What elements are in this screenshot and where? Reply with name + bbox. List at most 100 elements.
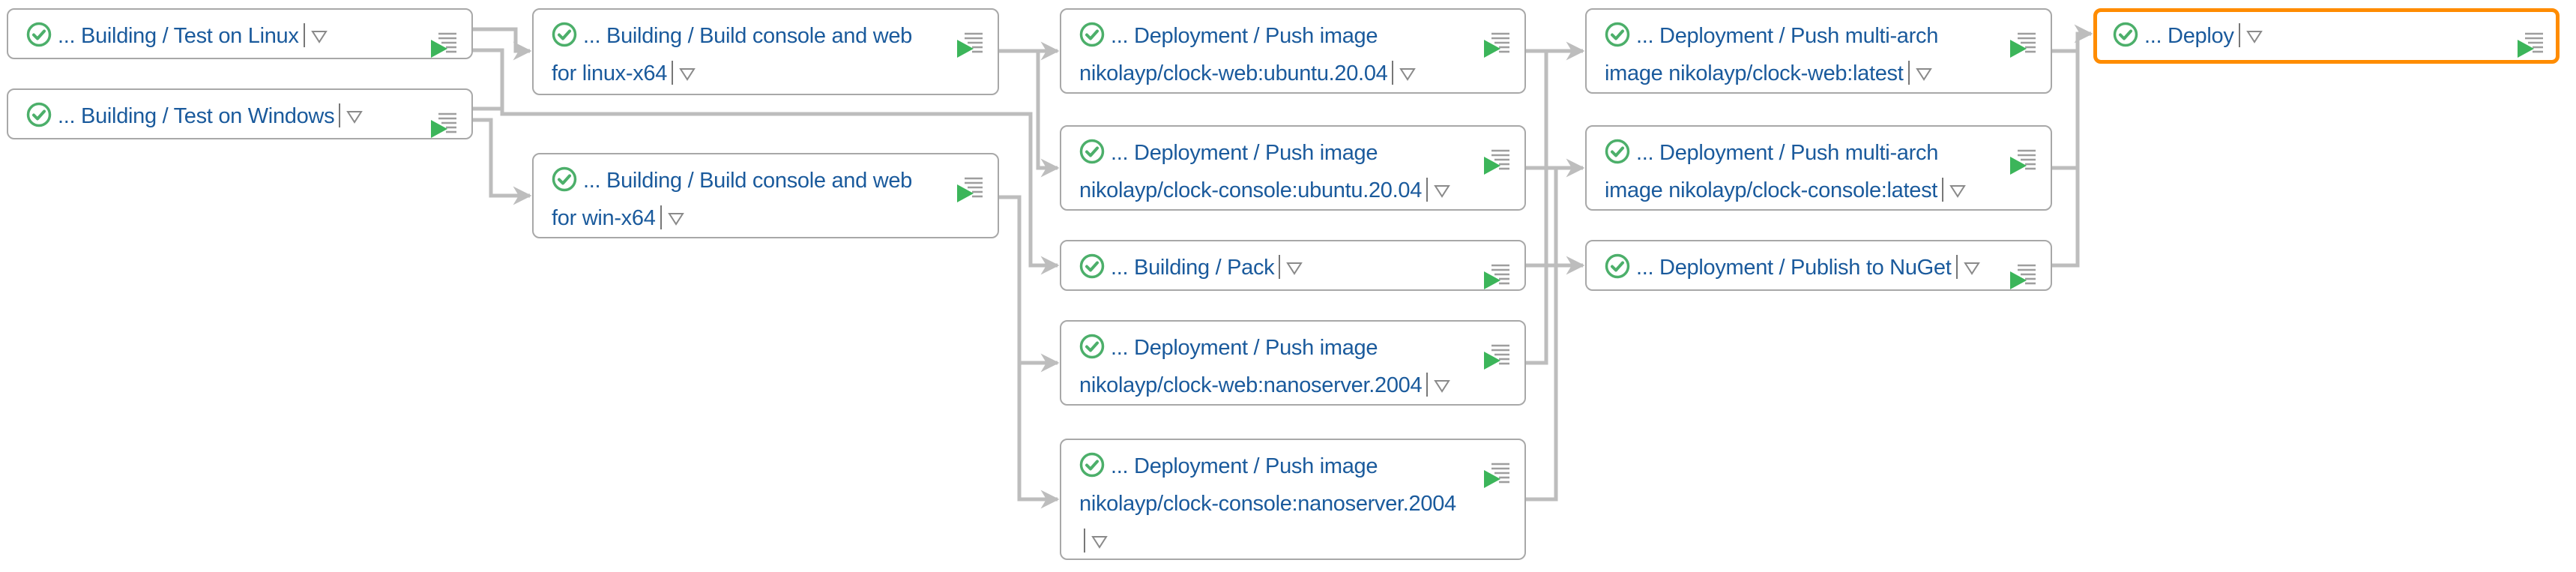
triangle-down-icon[interactable]	[1286, 250, 1303, 288]
node-prefix: ...	[1636, 141, 1654, 165]
build-log-icon[interactable]	[2007, 29, 2037, 59]
node-title: ... Building / Build console and web for…	[552, 17, 936, 94]
build-log-icon[interactable]	[1481, 146, 1511, 176]
separator	[1426, 178, 1429, 202]
build-log-icon[interactable]	[1481, 341, 1511, 371]
node-title: ... Building / Test on Windows	[26, 97, 410, 136]
separator	[660, 205, 662, 229]
check-circle-icon	[552, 22, 577, 47]
connector-line	[473, 118, 532, 205]
triangle-down-icon[interactable]	[1434, 368, 1451, 406]
separator	[1279, 255, 1281, 279]
separator	[1955, 255, 1958, 279]
check-circle-icon	[1079, 139, 1105, 164]
node-label-link[interactable]: Building / Build console and web for lin…	[552, 24, 912, 85]
connector-line	[1017, 363, 1060, 509]
build-log-icon[interactable]	[2515, 29, 2545, 59]
triangle-down-icon[interactable]	[1963, 250, 1980, 288]
node-label-link[interactable]: Building / Test on Windows	[81, 104, 335, 128]
build-node-test-windows[interactable]: ... Building / Test on Windows	[7, 88, 473, 139]
triangle-down-icon[interactable]	[346, 99, 364, 136]
separator	[1907, 61, 1910, 85]
node-label-link[interactable]: Deployment / Push image nikolayp/clock-c…	[1079, 454, 1456, 516]
separator	[2238, 23, 2240, 47]
node-label-link[interactable]: Building / Test on Linux	[81, 24, 299, 48]
triangle-down-icon[interactable]	[1949, 173, 1966, 211]
build-log-icon[interactable]	[2007, 261, 2037, 291]
build-log-icon[interactable]	[428, 29, 458, 59]
node-label-link[interactable]: Building / Pack	[1134, 256, 1275, 280]
node-prefix: ...	[1636, 24, 1654, 48]
node-title: ... Building / Pack	[1079, 249, 1463, 288]
separator	[1392, 61, 1394, 85]
build-node-multiarch-web[interactable]: ... Deployment / Push multi-arch image n…	[1585, 8, 2052, 94]
connector-line	[1526, 168, 1558, 502]
node-prefix: ...	[1636, 256, 1654, 280]
node-prefix: ...	[583, 24, 601, 48]
build-node-publish-nuget[interactable]: ... Deployment / Publish to NuGet	[1585, 240, 2052, 291]
build-log-icon[interactable]	[1481, 29, 1511, 59]
connector-line	[999, 195, 1060, 373]
node-prefix: ...	[1111, 454, 1129, 478]
node-prefix: ...	[1111, 24, 1129, 48]
node-title: ... Deployment / Push multi-arch image n…	[1605, 17, 1989, 94]
triangle-down-icon[interactable]	[1399, 56, 1417, 94]
build-log-icon[interactable]	[428, 109, 458, 139]
node-title: ... Deployment / Push image nikolayp/clo…	[1079, 17, 1463, 94]
node-title: ... Deployment / Push multi-arch image n…	[1605, 134, 1989, 211]
build-node-push-console-ubuntu[interactable]: ... Deployment / Push image nikolayp/clo…	[1060, 125, 1526, 211]
build-node-push-web-nano[interactable]: ... Deployment / Push image nikolayp/clo…	[1060, 320, 1526, 406]
separator	[1084, 529, 1085, 553]
check-circle-icon	[1605, 139, 1630, 164]
triangle-down-icon[interactable]	[667, 201, 684, 238]
check-circle-icon	[1079, 452, 1105, 478]
build-log-icon[interactable]	[954, 29, 984, 59]
node-title: ... Deploy	[2113, 17, 2497, 56]
node-label-link[interactable]: Deployment / Push multi-arch image nikol…	[1605, 24, 1938, 85]
node-title: ... Building / Build console and web for…	[552, 162, 936, 238]
build-node-push-web-ubuntu[interactable]: ... Deployment / Push image nikolayp/clo…	[1060, 8, 1526, 94]
build-node-push-console-nano[interactable]: ... Deployment / Push image nikolayp/clo…	[1060, 439, 1526, 560]
check-circle-icon	[26, 102, 52, 127]
build-node-test-linux[interactable]: ... Building / Test on Linux	[7, 8, 473, 59]
triangle-down-icon[interactable]	[1915, 56, 1932, 94]
triangle-down-icon[interactable]	[310, 19, 328, 56]
node-label-link[interactable]: Building / Build console and web for win…	[552, 169, 912, 230]
build-node-multiarch-console[interactable]: ... Deployment / Push multi-arch image n…	[1585, 125, 2052, 211]
connector-line	[2052, 24, 2093, 268]
node-title: ... Deployment / Push image nikolayp/clo…	[1079, 448, 1463, 562]
separator	[1942, 178, 1944, 202]
build-node-deploy[interactable]: ... Deploy	[2093, 8, 2560, 64]
node-label-link[interactable]: Deploy	[2168, 24, 2234, 48]
build-node-build-linux[interactable]: ... Building / Build console and web for…	[532, 8, 999, 95]
check-circle-icon	[1079, 334, 1105, 359]
node-label-link[interactable]: Deployment / Push multi-arch image nikol…	[1605, 141, 1938, 202]
check-circle-icon	[1605, 22, 1630, 47]
build-log-icon[interactable]	[954, 174, 984, 204]
check-circle-icon	[552, 166, 577, 192]
build-node-pack[interactable]: ... Building / Pack	[1060, 240, 1526, 291]
build-log-icon[interactable]	[1481, 460, 1511, 490]
build-log-icon[interactable]	[2007, 146, 2037, 176]
triangle-down-icon[interactable]	[2245, 19, 2263, 56]
separator	[339, 103, 341, 127]
node-title: ... Building / Test on Linux	[26, 17, 410, 56]
triangle-down-icon[interactable]	[1434, 173, 1450, 211]
triangle-down-icon[interactable]	[679, 56, 696, 94]
connector-line	[1036, 51, 1060, 178]
check-circle-icon	[2113, 22, 2138, 47]
separator	[1426, 373, 1429, 397]
triangle-down-icon[interactable]	[1091, 524, 1108, 562]
node-title: ... Deployment / Push image nikolayp/clo…	[1079, 134, 1463, 211]
build-log-icon[interactable]	[1481, 261, 1511, 291]
connector-line	[473, 27, 532, 61]
node-prefix: ...	[583, 169, 601, 193]
node-prefix: ...	[1111, 141, 1129, 165]
node-label-link[interactable]: Deployment / Push image nikolayp/clock-w…	[1079, 336, 1423, 397]
build-node-build-win[interactable]: ... Building / Build console and web for…	[532, 153, 999, 238]
node-prefix: ...	[1111, 256, 1129, 280]
node-label-link[interactable]: Deployment / Push image nikolayp/clock-c…	[1079, 141, 1422, 202]
node-label-link[interactable]: Deployment / Publish to NuGet	[1659, 256, 1952, 280]
node-prefix: ...	[1111, 336, 1129, 360]
node-prefix: ...	[58, 104, 76, 128]
